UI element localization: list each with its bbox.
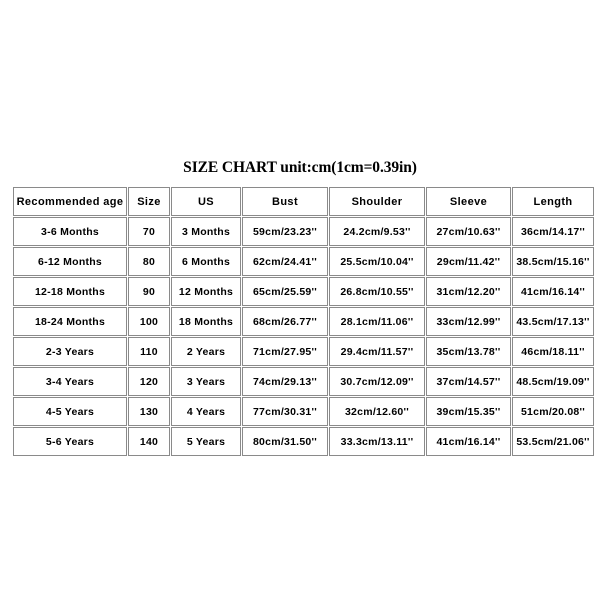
table-cell: 68cm/26.77''	[242, 307, 328, 336]
table-cell: 120	[128, 367, 170, 396]
table-cell: 59cm/23.23''	[242, 217, 328, 246]
table-cell: 5-6 Years	[13, 427, 127, 456]
table-cell: 74cm/29.13''	[242, 367, 328, 396]
table-cell: 65cm/25.59''	[242, 277, 328, 306]
table-cell: 39cm/15.35''	[426, 397, 511, 426]
column-header: Length	[512, 187, 594, 216]
table-cell: 6 Months	[171, 247, 241, 276]
size-chart-table: Recommended age Size US Bust Shoulder Sleeve L…	[12, 186, 595, 457]
table-cell: 3 Months	[171, 217, 241, 246]
table-cell: 27cm/10.63''	[426, 217, 511, 246]
table-cell: 37cm/14.57''	[426, 367, 511, 396]
table-cell: 36cm/14.17''	[512, 217, 594, 246]
table-row: 3-4 Years 120 3 Years 74cm/29.13'' 30.7cm/12…	[13, 367, 594, 396]
table-cell: 29cm/11.42''	[426, 247, 511, 276]
table-cell: 6-12 Months	[13, 247, 127, 276]
column-header: Bust	[242, 187, 328, 216]
table-cell: 12 Months	[171, 277, 241, 306]
table-row: 3-6 Months 70 3 Months 59cm/23.23'' 24.2cm/9…	[13, 217, 594, 246]
table-cell: 24.2cm/9.53''	[329, 217, 425, 246]
table-cell: 70	[128, 217, 170, 246]
table-cell: 29.4cm/11.57''	[329, 337, 425, 366]
column-header: Size	[128, 187, 170, 216]
size-chart-table-wrapper: Recommended age Size US Bust Shoulder Sleeve L…	[12, 186, 594, 457]
table-cell: 71cm/27.95''	[242, 337, 328, 366]
column-header: Shoulder	[329, 187, 425, 216]
table-cell: 38.5cm/15.16''	[512, 247, 594, 276]
size-chart-page: SIZE CHART unit:cm(1cm=0.39in) Recommend…	[0, 0, 600, 600]
table-row: 2-3 Years 110 2 Years 71cm/27.95'' 29.4cm/11…	[13, 337, 594, 366]
table-cell: 5 Years	[171, 427, 241, 456]
table-cell: 110	[128, 337, 170, 366]
table-row: 12-18 Months 90 12 Months 65cm/25.59'' 26.8c…	[13, 277, 594, 306]
table-cell: 43.5cm/17.13''	[512, 307, 594, 336]
table-cell: 3 Years	[171, 367, 241, 396]
table-cell: 12-18 Months	[13, 277, 127, 306]
table-cell: 51cm/20.08''	[512, 397, 594, 426]
table-cell: 48.5cm/19.09''	[512, 367, 594, 396]
table-cell: 18-24 Months	[13, 307, 127, 336]
table-cell: 4-5 Years	[13, 397, 127, 426]
table-cell: 80cm/31.50''	[242, 427, 328, 456]
table-cell: 140	[128, 427, 170, 456]
table-cell: 26.8cm/10.55''	[329, 277, 425, 306]
table-cell: 3-6 Months	[13, 217, 127, 246]
table-row: 4-5 Years 130 4 Years 77cm/30.31'' 32cm/12.6…	[13, 397, 594, 426]
table-cell: 31cm/12.20''	[426, 277, 511, 306]
column-header: Recommended age	[13, 187, 127, 216]
table-cell: 41cm/16.14''	[426, 427, 511, 456]
table-cell: 33cm/12.99''	[426, 307, 511, 336]
table-cell: 80	[128, 247, 170, 276]
table-header: Recommended age Size US Bust Shoulder Sleeve L…	[13, 187, 594, 216]
table-cell: 90	[128, 277, 170, 306]
table-cell: 2 Years	[171, 337, 241, 366]
table-cell: 30.7cm/12.09''	[329, 367, 425, 396]
table-cell: 41cm/16.14''	[512, 277, 594, 306]
table-cell: 130	[128, 397, 170, 426]
table-cell: 62cm/24.41''	[242, 247, 328, 276]
table-row: 6-12 Months 80 6 Months 62cm/24.41'' 25.5cm/…	[13, 247, 594, 276]
column-header: US	[171, 187, 241, 216]
table-cell: 77cm/30.31''	[242, 397, 328, 426]
table-cell: 33.3cm/13.11''	[329, 427, 425, 456]
table-cell: 32cm/12.60''	[329, 397, 425, 426]
table-cell: 28.1cm/11.06''	[329, 307, 425, 336]
table-cell: 3-4 Years	[13, 367, 127, 396]
table-cell: 25.5cm/10.04''	[329, 247, 425, 276]
table-cell: 4 Years	[171, 397, 241, 426]
table-cell: 35cm/13.78''	[426, 337, 511, 366]
table-row: 18-24 Months 100 18 Months 68cm/26.77'' 28.1…	[13, 307, 594, 336]
table-row: 5-6 Years 140 5 Years 80cm/31.50'' 33.3cm/13…	[13, 427, 594, 456]
table-cell: 46cm/18.11''	[512, 337, 594, 366]
table-cell: 100	[128, 307, 170, 336]
column-header: Sleeve	[426, 187, 511, 216]
table-body: 3-6 Months 70 3 Months 59cm/23.23'' 24.2cm/9…	[13, 217, 594, 456]
table-cell: 53.5cm/21.06''	[512, 427, 594, 456]
table-cell: 18 Months	[171, 307, 241, 336]
table-header-row: Recommended age Size US Bust Shoulder Sleeve L…	[13, 187, 594, 216]
table-cell: 2-3 Years	[13, 337, 127, 366]
page-title: SIZE CHART unit:cm(1cm=0.39in)	[183, 159, 417, 176]
